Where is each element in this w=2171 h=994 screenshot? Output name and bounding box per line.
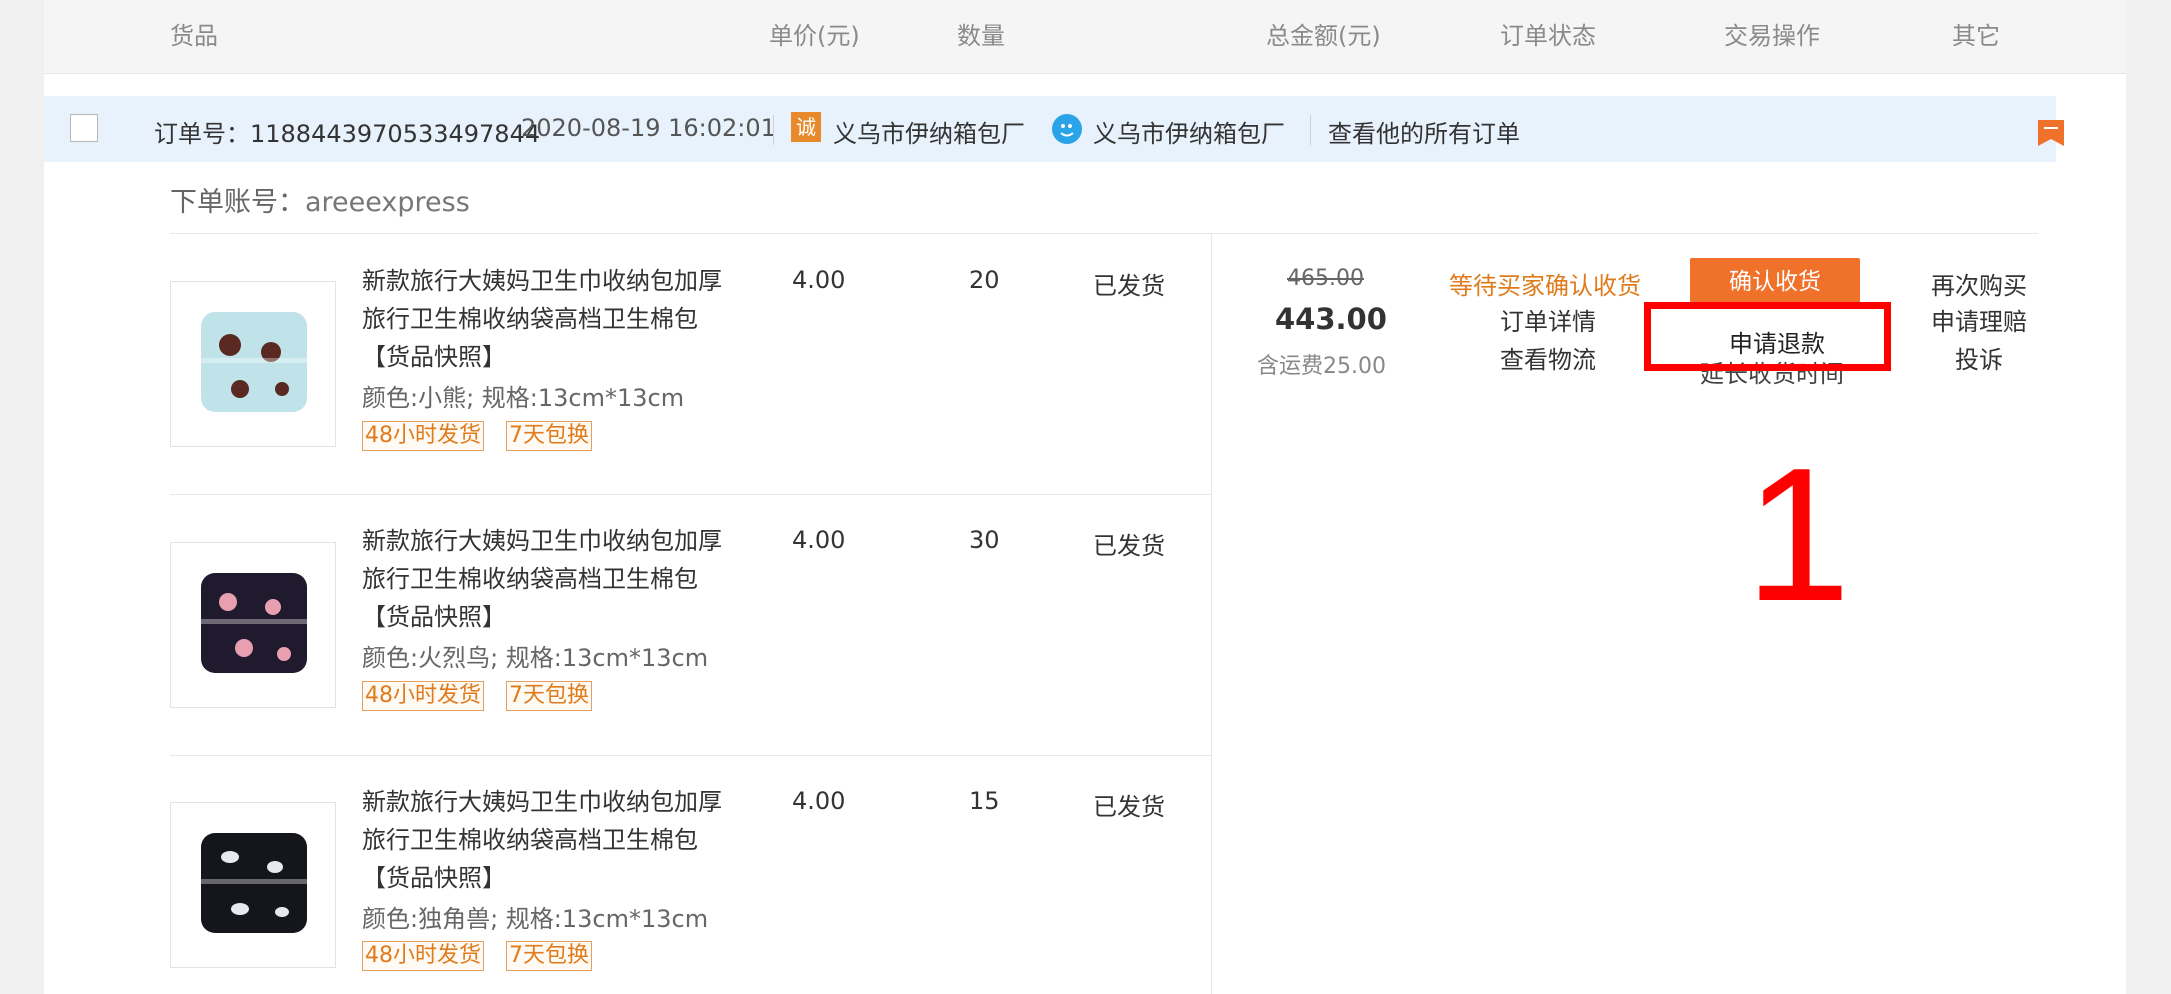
divider — [1211, 233, 1212, 994]
product-title-link[interactable]: 新款旅行大姨妈卫生巾收纳包加厚旅行卫生棉收纳袋高档卫生棉包 【货品快照】 — [362, 262, 732, 376]
view-logistics-link[interactable]: 查看物流 — [1500, 340, 1596, 375]
item-unit-price: 4.00 — [792, 526, 846, 554]
tag-48h-shipping: 48小时发货 — [362, 941, 484, 971]
pattern-dot — [221, 851, 239, 863]
pattern-dot — [275, 907, 289, 917]
bookmark-flag-icon[interactable] — [2036, 118, 2066, 148]
product-spec: 颜色:独角兽; 规格:13cm*13cm — [362, 905, 709, 933]
pattern-dot — [275, 382, 289, 396]
header-total: 总金额(元) — [1266, 22, 1381, 50]
product-thumbnail[interactable] — [170, 802, 336, 968]
item-status: 已发货 — [1093, 532, 1165, 560]
claim-link[interactable]: 申请理赔 — [1931, 302, 2027, 337]
bag-zipper — [201, 879, 307, 884]
wangwang-chat-icon[interactable] — [1052, 114, 1082, 144]
seller-store-link[interactable]: 义乌市伊纳箱包厂 — [833, 114, 1025, 149]
divider — [773, 115, 774, 145]
header-order-status: 订单状态 — [1500, 22, 1596, 50]
pattern-dot — [231, 903, 249, 915]
product-spec: 颜色:小熊; 规格:13cm*13cm — [362, 384, 685, 412]
step-number-annotation: 1 — [1745, 429, 1851, 641]
order-datetime: 2020-08-19 16:02:01 — [521, 114, 776, 142]
pattern-dot — [265, 599, 281, 615]
buy-again-link[interactable]: 再次购买 — [1931, 266, 2027, 301]
tag-48h-shipping: 48小时发货 — [362, 421, 484, 451]
pattern-dot — [219, 334, 241, 356]
header-quantity: 数量 — [957, 22, 1005, 50]
item-quantity: 15 — [969, 787, 1000, 815]
item-quantity: 20 — [969, 266, 1000, 294]
order-detail-link[interactable]: 订单详情 — [1500, 302, 1596, 337]
pattern-dot — [235, 639, 253, 657]
product-title-link[interactable]: 新款旅行大姨妈卫生巾收纳包加厚旅行卫生棉收纳袋高档卫生棉包 【货品快照】 — [362, 783, 732, 897]
header-trade-ops: 交易操作 — [1724, 22, 1820, 50]
pattern-dot — [267, 861, 283, 873]
product-spec: 颜色:火烈鸟; 规格:13cm*13cm — [362, 644, 709, 672]
original-total: 465.00 — [1287, 266, 1364, 291]
divider — [1310, 115, 1311, 145]
order-number: 订单号：1188443970533497844 — [154, 120, 541, 148]
tag-7day-exchange: 7天包换 — [506, 421, 592, 451]
item-unit-price: 4.00 — [792, 266, 846, 294]
divider — [170, 494, 1211, 495]
pattern-dot — [219, 593, 237, 611]
tag-48h-shipping: 48小时发货 — [362, 681, 484, 711]
product-thumbnail[interactable] — [170, 281, 336, 447]
highlight-box — [1644, 302, 1891, 371]
header-other: 其它 — [1952, 22, 2000, 50]
cheng-badge-icon: 诚 — [791, 112, 821, 142]
divider — [170, 233, 2038, 234]
item-status: 已发货 — [1093, 272, 1165, 300]
item-quantity: 30 — [969, 526, 1000, 554]
order-select-checkbox[interactable] — [70, 114, 98, 142]
bag-zipper — [201, 358, 307, 363]
complain-link[interactable]: 投诉 — [1955, 340, 2003, 375]
header-goods: 货品 — [170, 22, 218, 50]
header-unit-price: 单价(元) — [769, 22, 860, 50]
table-header: 货品 单价(元) 数量 总金额(元) 订单状态 交易操作 其它 — [44, 0, 2126, 74]
order-total: 443.00 — [1275, 302, 1387, 336]
pattern-dot — [277, 647, 291, 661]
confirm-receipt-button[interactable]: 确认收货 — [1690, 258, 1860, 304]
item-unit-price: 4.00 — [792, 787, 846, 815]
account-value: areeexpress — [305, 187, 470, 218]
tag-7day-exchange: 7天包换 — [506, 941, 592, 971]
shipping-included: 含运费25.00 — [1257, 354, 1386, 379]
bag-zipper — [201, 619, 307, 624]
product-thumbnail[interactable] — [170, 542, 336, 708]
pattern-dot — [231, 380, 249, 398]
seller-wangwang-link[interactable]: 义乌市伊纳箱包厂 — [1093, 114, 1285, 149]
item-status: 已发货 — [1093, 793, 1165, 821]
tag-7day-exchange: 7天包换 — [506, 681, 592, 711]
divider — [170, 755, 1211, 756]
view-all-orders-link[interactable]: 查看他的所有订单 — [1328, 114, 1520, 149]
order-status-text: 等待买家确认收货 — [1449, 272, 1641, 300]
account-label: 下单账号： — [170, 187, 305, 218]
product-title-link[interactable]: 新款旅行大姨妈卫生巾收纳包加厚旅行卫生棉收纳袋高档卫生棉包 【货品快照】 — [362, 522, 732, 636]
order-account: 下单账号：areeexpress — [170, 180, 470, 219]
